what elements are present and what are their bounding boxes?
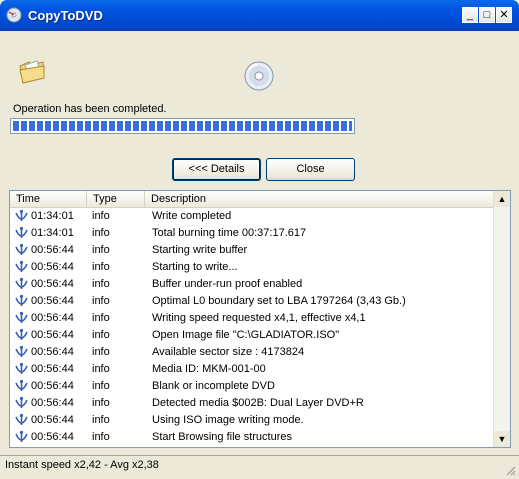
log-row[interactable]: 00:56:44 info Available sector size : 4173… bbox=[10, 344, 493, 361]
log-description: Blank or incomplete DVD bbox=[152, 380, 275, 392]
info-icon bbox=[15, 226, 28, 238]
title-bar[interactable]: CopyToDVD _ □ ✕ bbox=[0, 0, 519, 31]
log-time: 00:56:44 bbox=[31, 414, 74, 426]
info-icon bbox=[15, 379, 28, 391]
log-row[interactable]: 00:56:44 info Starting write buffer bbox=[10, 242, 493, 259]
log-description: Buffer under-run proof enabled bbox=[152, 278, 303, 290]
log-description: Detected media $002B: Dual Layer DVD+R bbox=[152, 397, 364, 409]
log-time: 00:56:44 bbox=[31, 329, 74, 341]
maximize-button[interactable]: □ bbox=[479, 7, 495, 23]
operation-status: Operation has been completed. bbox=[13, 103, 167, 115]
log-time: 00:56:44 bbox=[31, 346, 74, 358]
progress-fill bbox=[13, 121, 352, 131]
log-row[interactable]: 01:34:01 info Total burning time 00:37:17.… bbox=[10, 225, 493, 242]
log-type: info bbox=[92, 261, 110, 273]
log-type: info bbox=[92, 363, 110, 375]
resize-grip-icon[interactable] bbox=[504, 464, 516, 476]
log-description: Total burning time 00:37:17.617 bbox=[152, 227, 307, 239]
log-type: info bbox=[92, 414, 110, 426]
scroll-up-arrow-icon[interactable]: ▲ bbox=[494, 191, 510, 207]
log-row[interactable]: 01:34:01 info Write completed bbox=[10, 208, 493, 225]
log-row[interactable]: 00:56:44 info Writing speed requested x4,1… bbox=[10, 310, 493, 327]
log-description: Available sector size : 4173824 bbox=[152, 346, 305, 358]
column-header-type[interactable]: Type bbox=[87, 191, 145, 207]
info-icon bbox=[15, 260, 28, 272]
window-title: CopyToDVD bbox=[28, 8, 103, 23]
folder-icon bbox=[19, 60, 45, 84]
status-bar: Instant speed x2,42 - Avg x2,38 bbox=[0, 455, 519, 479]
log-time: 00:56:44 bbox=[31, 312, 74, 324]
log-time: 00:56:44 bbox=[31, 278, 74, 290]
info-icon bbox=[15, 243, 28, 255]
log-row[interactable]: 00:56:44 info Start Browsing file structur… bbox=[10, 429, 493, 446]
log-type: info bbox=[92, 380, 110, 392]
close-button[interactable]: Close bbox=[266, 158, 355, 181]
log-type: info bbox=[92, 295, 110, 307]
log-type: info bbox=[92, 244, 110, 256]
log-time: 00:56:44 bbox=[31, 380, 74, 392]
log-time: 00:56:44 bbox=[31, 431, 74, 443]
info-icon bbox=[15, 430, 28, 442]
log-row[interactable]: 00:56:44 info Buffer under-run proof enabl… bbox=[10, 276, 493, 293]
info-icon bbox=[15, 328, 28, 340]
minimize-button[interactable]: _ bbox=[462, 7, 478, 23]
info-icon bbox=[15, 209, 28, 221]
log-time: 01:34:01 bbox=[31, 210, 74, 222]
log-time: 00:56:44 bbox=[31, 397, 74, 409]
log-description: Starting write buffer bbox=[152, 244, 248, 256]
info-icon bbox=[15, 413, 28, 425]
log-type: info bbox=[92, 397, 110, 409]
log-time: 00:56:44 bbox=[31, 295, 74, 307]
info-icon bbox=[15, 396, 28, 408]
log-type: info bbox=[92, 329, 110, 341]
log-description: Start Browsing file structures bbox=[152, 431, 292, 443]
info-icon bbox=[15, 345, 28, 357]
column-header-time[interactable]: Time bbox=[10, 191, 87, 207]
log-description: Optimal L0 boundary set to LBA 1797264 (… bbox=[152, 295, 406, 307]
log-description: Media ID: MKM-001-00 bbox=[152, 363, 266, 375]
progress-bar bbox=[10, 118, 355, 134]
close-window-button[interactable]: ✕ bbox=[496, 7, 512, 23]
app-icon bbox=[6, 7, 22, 23]
log-time: 00:56:44 bbox=[31, 244, 74, 256]
log-row[interactable]: 00:56:44 info Blank or incomplete DVD bbox=[10, 378, 493, 395]
log-row[interactable]: 00:56:44 info Optimal L0 boundary set to L… bbox=[10, 293, 493, 310]
log-time: 01:34:01 bbox=[31, 227, 74, 239]
log-description: Starting to write... bbox=[152, 261, 238, 273]
log-type: info bbox=[92, 227, 110, 239]
log-rows: 01:34:01 info Write completed 01:34:01 info T… bbox=[10, 208, 493, 446]
speed-status: Instant speed x2,42 - Avg x2,38 bbox=[5, 459, 159, 471]
log-type: info bbox=[92, 346, 110, 358]
log-description: Open Image file "C:\GLADIATOR.ISO" bbox=[152, 329, 340, 341]
log-list[interactable]: Time Type Description 01:34:01 info Write … bbox=[9, 190, 511, 448]
log-row[interactable]: 00:56:44 info Starting to write... bbox=[10, 259, 493, 276]
log-type: info bbox=[92, 210, 110, 222]
log-description: Writing speed requested x4,1, effective … bbox=[152, 312, 366, 324]
cd-icon bbox=[244, 61, 274, 91]
details-button[interactable]: <<< Details bbox=[172, 158, 261, 181]
log-type: info bbox=[92, 278, 110, 290]
log-type: info bbox=[92, 312, 110, 324]
info-icon bbox=[15, 311, 28, 323]
log-time: 00:56:44 bbox=[31, 363, 74, 375]
log-row[interactable]: 00:56:44 info Media ID: MKM-001-00 bbox=[10, 361, 493, 378]
copytodvd-window: CopyToDVD _ □ ✕ Operation has been compl… bbox=[0, 0, 519, 479]
info-icon bbox=[15, 294, 28, 306]
log-description: Write completed bbox=[152, 210, 232, 222]
log-row[interactable]: 00:56:44 info Detected media $002B: Dual L… bbox=[10, 395, 493, 412]
info-icon bbox=[15, 277, 28, 289]
column-header-description[interactable]: Description bbox=[145, 191, 493, 207]
scroll-down-arrow-icon[interactable]: ▼ bbox=[494, 431, 510, 447]
log-description: Using ISO image writing mode. bbox=[152, 414, 304, 426]
log-header: Time Type Description bbox=[10, 191, 493, 208]
log-time: 00:56:44 bbox=[31, 261, 74, 273]
log-row[interactable]: 00:56:44 info Open Image file "C:\GLADIATO… bbox=[10, 327, 493, 344]
log-row[interactable]: 00:56:44 info Using ISO image writing mode… bbox=[10, 412, 493, 429]
info-icon bbox=[15, 362, 28, 374]
vertical-scrollbar[interactable]: ▲ ▼ bbox=[493, 191, 510, 447]
log-type: info bbox=[92, 431, 110, 443]
